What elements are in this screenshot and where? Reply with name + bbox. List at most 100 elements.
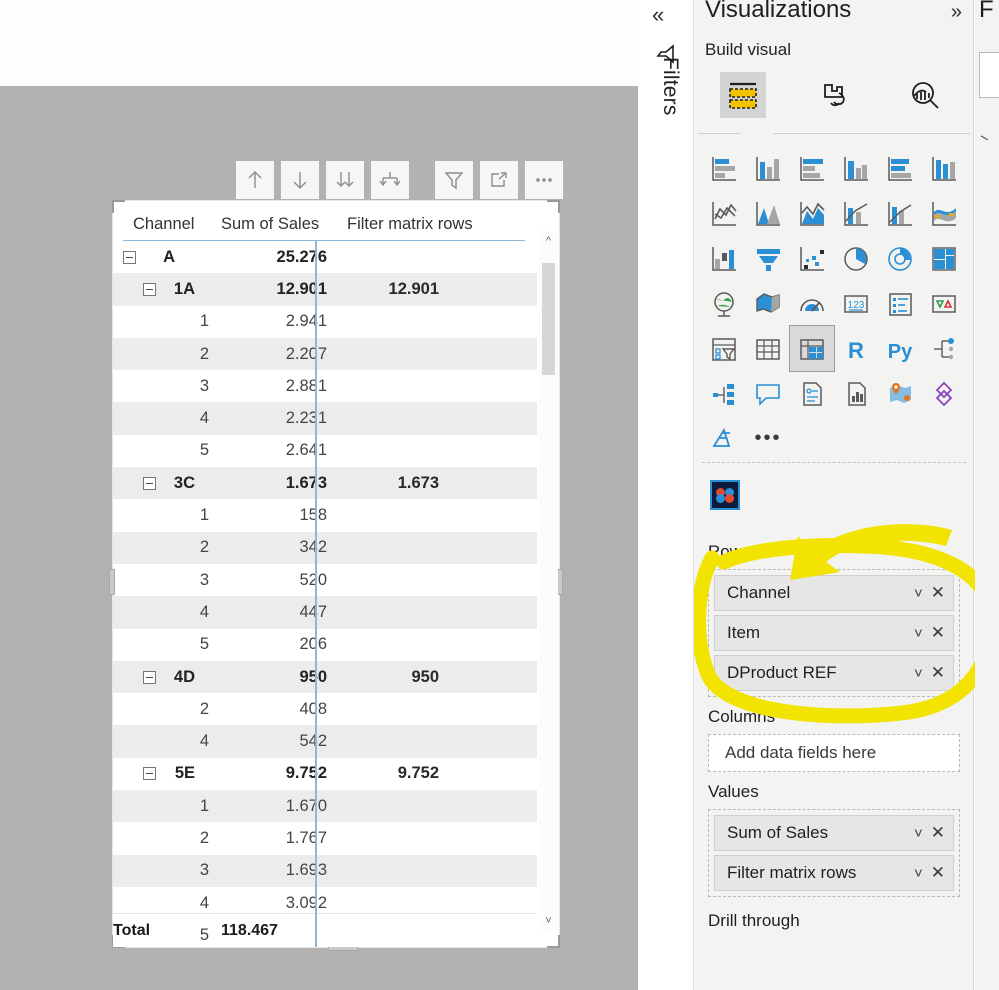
field-pill[interactable]: Filter matrix rows ˅ ✕ xyxy=(714,855,954,891)
collapse-toggle-icon[interactable] xyxy=(143,767,156,781)
line-chart-icon[interactable] xyxy=(702,191,746,236)
drill-down-icon[interactable] xyxy=(281,161,319,199)
column-header-filter-matrix-rows[interactable]: Filter matrix rows xyxy=(339,215,525,234)
filters-pane-collapsed[interactable]: « Filters xyxy=(638,0,694,990)
map-icon[interactable] xyxy=(702,281,746,326)
matrix-row[interactable]: 5 2.641 xyxy=(113,435,537,467)
matrix-row[interactable]: 1 2.941 xyxy=(113,306,537,338)
matrix-visual[interactable]: Channel Sum of Sales Filter matrix rows … xyxy=(109,200,563,951)
filled-map-icon[interactable] xyxy=(746,281,790,326)
collapse-toggle-icon[interactable] xyxy=(143,282,156,296)
power-apps-icon[interactable] xyxy=(834,371,878,416)
scroll-down-icon[interactable]: ˅ xyxy=(545,911,551,931)
chevron-down-icon[interactable]: ˅ xyxy=(906,825,931,842)
smart-narrative-icon[interactable] xyxy=(746,371,790,416)
stacked-column-chart-icon[interactable] xyxy=(746,146,790,191)
remove-field-icon[interactable]: ✕ xyxy=(931,823,945,843)
arcgis-maps-icon[interactable] xyxy=(878,371,922,416)
slicer-icon[interactable] xyxy=(702,326,746,371)
chevron-down-icon[interactable]: ˅ xyxy=(906,865,931,882)
100-stacked-bar-chart-icon[interactable] xyxy=(878,146,922,191)
matrix-icon[interactable] xyxy=(789,325,835,372)
scroll-up-icon[interactable]: ^ xyxy=(546,231,551,251)
ribbon-chart-icon[interactable] xyxy=(922,191,966,236)
key-influencers-icon[interactable] xyxy=(702,371,746,416)
matrix-row[interactable]: A 25.276 xyxy=(113,241,537,273)
table-icon[interactable] xyxy=(746,326,790,371)
matrix-row[interactable]: 4 447 xyxy=(113,596,537,629)
matrix-row[interactable]: 2 342 xyxy=(113,531,537,564)
pie-chart-icon[interactable] xyxy=(834,236,878,281)
matrix-vertical-scrollbar[interactable]: ^ ˅ xyxy=(539,231,558,931)
well-dropzone-columns[interactable]: Add data fields here xyxy=(708,734,960,772)
matrix-row[interactable]: 4 2.231 xyxy=(113,402,537,435)
azure-map-icon[interactable] xyxy=(702,416,746,461)
tab-analytics[interactable] xyxy=(879,66,970,124)
python-visual-icon[interactable]: Py xyxy=(878,326,922,371)
matrix-row[interactable]: 1 1.670 xyxy=(113,790,537,823)
expand-filters-chevron-icon[interactable]: « xyxy=(652,4,664,26)
treemap-icon[interactable] xyxy=(922,236,966,281)
matrix-row[interactable]: 4 542 xyxy=(113,725,537,758)
clustered-column-chart-icon[interactable] xyxy=(834,146,878,191)
filter-icon[interactable] xyxy=(435,161,473,199)
fields-search-box[interactable] xyxy=(979,52,999,98)
funnel-chart-icon[interactable] xyxy=(746,236,790,281)
collapse-toggle-icon[interactable] xyxy=(143,476,156,490)
multi-row-card-icon[interactable] xyxy=(878,281,922,326)
field-pill[interactable]: Item ˅ ✕ xyxy=(714,615,954,651)
remove-field-icon[interactable]: ✕ xyxy=(931,663,945,683)
matrix-row[interactable]: 1 158 xyxy=(113,499,537,531)
collapse-toggle-icon[interactable] xyxy=(123,250,136,264)
100-stacked-column-chart-icon[interactable] xyxy=(922,146,966,191)
matrix-row[interactable]: 3 520 xyxy=(113,564,537,596)
matrix-row[interactable]: 2 2.207 xyxy=(113,337,537,371)
fields-chevron-icon[interactable]: − xyxy=(975,129,993,149)
matrix-row[interactable]: 3C 1.673 1.673 xyxy=(113,467,537,500)
drill-through-icon[interactable] xyxy=(371,161,409,199)
column-header-sum-of-sales[interactable]: Sum of Sales xyxy=(221,215,339,234)
paginated-report-icon[interactable] xyxy=(790,371,834,416)
chevron-down-icon[interactable]: ˅ xyxy=(906,585,931,602)
focus-mode-icon[interactable] xyxy=(480,161,518,199)
line-stacked-column-chart-icon[interactable] xyxy=(834,191,878,236)
stacked-area-chart-icon[interactable] xyxy=(790,191,834,236)
donut-chart-icon[interactable] xyxy=(878,236,922,281)
decomposition-tree-icon[interactable] xyxy=(922,326,966,371)
well-dropzone-rows[interactable]: Channel ˅ ✕ Item ˅ ✕ DProduct REF ˅ ✕ xyxy=(708,569,960,697)
area-chart-icon[interactable] xyxy=(746,191,790,236)
collapse-visualizations-chevron-icon[interactable]: » xyxy=(951,1,962,24)
tab-format-visual[interactable] xyxy=(789,66,880,124)
scroll-track[interactable] xyxy=(539,251,558,911)
collapse-toggle-icon[interactable] xyxy=(143,670,156,684)
column-header-channel[interactable]: Channel xyxy=(123,215,221,234)
line-clustered-column-chart-icon[interactable] xyxy=(878,191,922,236)
more-options-icon[interactable] xyxy=(525,161,563,199)
expand-all-icon[interactable] xyxy=(326,161,364,199)
more-visuals-icon[interactable]: ••• xyxy=(746,416,790,461)
power-automate-icon[interactable] xyxy=(922,371,966,416)
tab-build-visual[interactable] xyxy=(698,66,789,124)
field-pill[interactable]: Channel ˅ ✕ xyxy=(714,575,954,611)
matrix-row[interactable]: 3 2.881 xyxy=(113,370,537,402)
kpi-icon[interactable] xyxy=(922,281,966,326)
remove-field-icon[interactable]: ✕ xyxy=(931,583,945,603)
matrix-row[interactable]: 1A 12.901 12.901 xyxy=(113,273,537,306)
field-pill[interactable]: Sum of Sales ˅ ✕ xyxy=(714,815,954,851)
scatter-chart-icon[interactable] xyxy=(790,236,834,281)
remove-field-icon[interactable]: ✕ xyxy=(931,623,945,643)
well-dropzone-values[interactable]: Sum of Sales ˅ ✕ Filter matrix rows ˅ ✕ xyxy=(708,809,960,897)
waterfall-chart-icon[interactable] xyxy=(702,236,746,281)
custom-visual-icon[interactable] xyxy=(710,479,740,510)
matrix-row[interactable]: 2 1.767 xyxy=(113,822,537,854)
drill-up-icon[interactable] xyxy=(236,161,274,199)
matrix-row[interactable]: 4D 950 950 xyxy=(113,660,537,694)
selection-handle-top-right[interactable] xyxy=(547,200,560,213)
matrix-row[interactable]: 5E 9.752 9.752 xyxy=(113,758,537,790)
chevron-down-icon[interactable]: ˅ xyxy=(906,665,931,682)
r-script-visual-icon[interactable]: R xyxy=(834,326,878,371)
chevron-down-icon[interactable]: ˅ xyxy=(906,625,931,642)
remove-field-icon[interactable]: ✕ xyxy=(931,863,945,883)
field-pill[interactable]: DProduct REF ˅ ✕ xyxy=(714,655,954,691)
gauge-icon[interactable] xyxy=(790,281,834,326)
